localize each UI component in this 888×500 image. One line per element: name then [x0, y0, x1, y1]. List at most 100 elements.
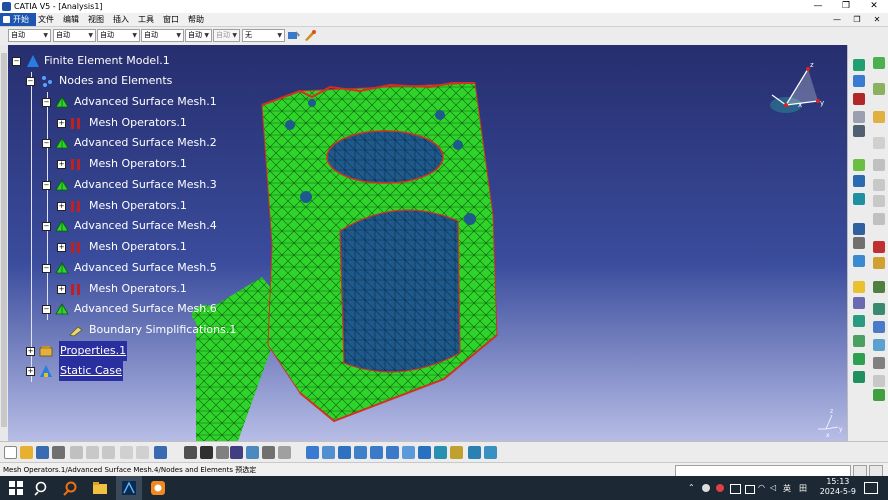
expand-toggle[interactable]: + [26, 367, 35, 376]
collapse-toggle[interactable]: − [26, 77, 35, 86]
material-tool-icon[interactable] [853, 111, 865, 123]
menu-window[interactable]: 窗口 [163, 13, 179, 26]
load-tool-icon[interactable] [853, 159, 865, 171]
delete-tool-icon[interactable] [873, 241, 885, 253]
extrema-tool-icon[interactable] [873, 321, 885, 333]
fit-all-icon[interactable] [322, 446, 335, 459]
tree-scrollbar[interactable] [0, 45, 8, 441]
line-thickness-combo[interactable]: 自动 ▼ [97, 29, 140, 42]
system-clock[interactable]: 15:13 2024-5-9 [820, 477, 856, 497]
collapse-toggle[interactable]: − [12, 57, 21, 66]
file-explorer-icon[interactable] [92, 480, 108, 496]
open-icon[interactable] [20, 446, 33, 459]
pressure-tool-icon[interactable] [873, 159, 885, 171]
menu-tools[interactable]: 工具 [138, 13, 154, 26]
collapse-toggle[interactable]: − [42, 264, 51, 273]
translate-icon[interactable] [262, 446, 275, 459]
menu-file[interactable]: 文件 [38, 13, 54, 26]
paste-icon[interactable] [102, 446, 115, 459]
mdi-minimize-button[interactable]: — [830, 13, 844, 26]
mdi-close-button[interactable]: ✕ [870, 13, 884, 26]
menu-view[interactable]: 视图 [88, 13, 104, 26]
rotate-icon[interactable] [278, 446, 291, 459]
global-sensor-icon[interactable] [873, 339, 885, 351]
beam-mesh-tool-icon[interactable] [873, 83, 885, 95]
stress-tool-icon[interactable] [853, 281, 865, 293]
expand-toggle[interactable]: + [57, 202, 66, 211]
mdi-restore-button[interactable]: ❐ [850, 13, 864, 26]
tray-app-icon[interactable] [716, 484, 724, 492]
report-tool-icon[interactable] [853, 297, 865, 309]
formula-icon[interactable] [184, 446, 197, 459]
compute-tool-icon[interactable] [873, 213, 885, 225]
zoom-in-icon[interactable] [370, 446, 383, 459]
new-icon[interactable] [4, 446, 17, 459]
normal-view-icon[interactable] [402, 446, 415, 459]
ime-indicator[interactable]: 英 [783, 483, 791, 494]
collapse-toggle[interactable]: − [42, 181, 51, 190]
animate-tool-icon[interactable] [873, 257, 885, 269]
app-taskbar-icon[interactable] [150, 480, 166, 496]
cut-plane-tool-icon[interactable] [873, 303, 885, 315]
menu-help[interactable]: 帮助 [188, 13, 204, 26]
check-tool-icon[interactable] [873, 389, 885, 401]
chevron-up-icon[interactable]: ⌃ [688, 483, 695, 492]
information-tool-icon[interactable] [853, 315, 865, 327]
windows-start-icon[interactable] [8, 480, 24, 496]
graph-icon[interactable] [246, 446, 259, 459]
measure-tool-icon[interactable] [873, 375, 885, 387]
expand-toggle[interactable]: + [57, 119, 66, 128]
property-tool-icon[interactable] [853, 93, 865, 105]
linetype-combo[interactable]: 自动 ▼ [141, 29, 184, 42]
collapse-toggle[interactable]: − [42, 139, 51, 148]
grid-icon[interactable] [230, 446, 243, 459]
expand-toggle[interactable]: + [57, 160, 66, 169]
mesh-tool-icon[interactable] [853, 59, 865, 71]
collapse-toggle[interactable]: − [42, 305, 51, 314]
moment-tool-icon[interactable] [873, 179, 885, 191]
restraint-tool-icon[interactable] [853, 125, 865, 137]
transparency-combo[interactable]: 自动 ▼ [53, 29, 96, 42]
scrollbar-thumb[interactable] [1, 53, 7, 427]
sensor-tool-icon[interactable] [853, 237, 865, 249]
cut-icon[interactable] [70, 446, 83, 459]
point-symbol-combo[interactable]: 自动 ▼ [185, 29, 212, 42]
redo-icon[interactable] [136, 446, 149, 459]
hide-show-icon[interactable] [468, 446, 481, 459]
menu-insert[interactable]: 插入 [113, 13, 129, 26]
brush-icon[interactable] [303, 29, 317, 42]
wifi-icon[interactable]: ◠ [758, 483, 765, 492]
volume-icon[interactable]: ◁ [770, 483, 776, 492]
deformation-tool-icon[interactable] [853, 255, 865, 267]
painter-icon[interactable] [287, 29, 301, 42]
iso-view-icon[interactable] [434, 446, 447, 459]
search-app-icon[interactable] [62, 480, 78, 496]
zoom-out-icon[interactable] [386, 446, 399, 459]
force-tool-icon[interactable] [853, 175, 865, 187]
collapse-toggle[interactable]: − [42, 222, 51, 231]
connection-tool-icon[interactable] [873, 137, 885, 149]
notification-icon[interactable] [864, 482, 878, 494]
expand-toggle[interactable]: + [57, 285, 66, 294]
minimize-button[interactable]: — [804, 0, 832, 13]
collapse-toggle[interactable]: − [42, 98, 51, 107]
clamp-tool-icon[interactable] [853, 193, 865, 205]
pointer-tool-icon[interactable] [873, 111, 885, 123]
surface-mesh-tool-icon[interactable] [853, 75, 865, 87]
undo-icon[interactable] [120, 446, 133, 459]
group-tool-icon[interactable] [873, 357, 885, 369]
color-combo[interactable]: 自动 ▼ [8, 29, 51, 42]
displacement-tool-icon[interactable] [873, 281, 885, 293]
pan-icon[interactable] [338, 446, 351, 459]
close-button[interactable]: ✕ [860, 0, 888, 13]
multi-view-icon[interactable] [418, 446, 431, 459]
print-icon[interactable] [52, 446, 65, 459]
layer-combo[interactable]: 无 ▼ [242, 29, 285, 42]
copy-icon[interactable] [86, 446, 99, 459]
render-style-icon[interactable] [450, 446, 463, 459]
record-icon[interactable] [702, 484, 710, 492]
octree-tool-icon[interactable] [873, 57, 885, 69]
search-icon[interactable] [34, 480, 50, 496]
menu-edit[interactable]: 编辑 [63, 13, 79, 26]
adaptivity-tool-icon[interactable] [853, 335, 865, 347]
